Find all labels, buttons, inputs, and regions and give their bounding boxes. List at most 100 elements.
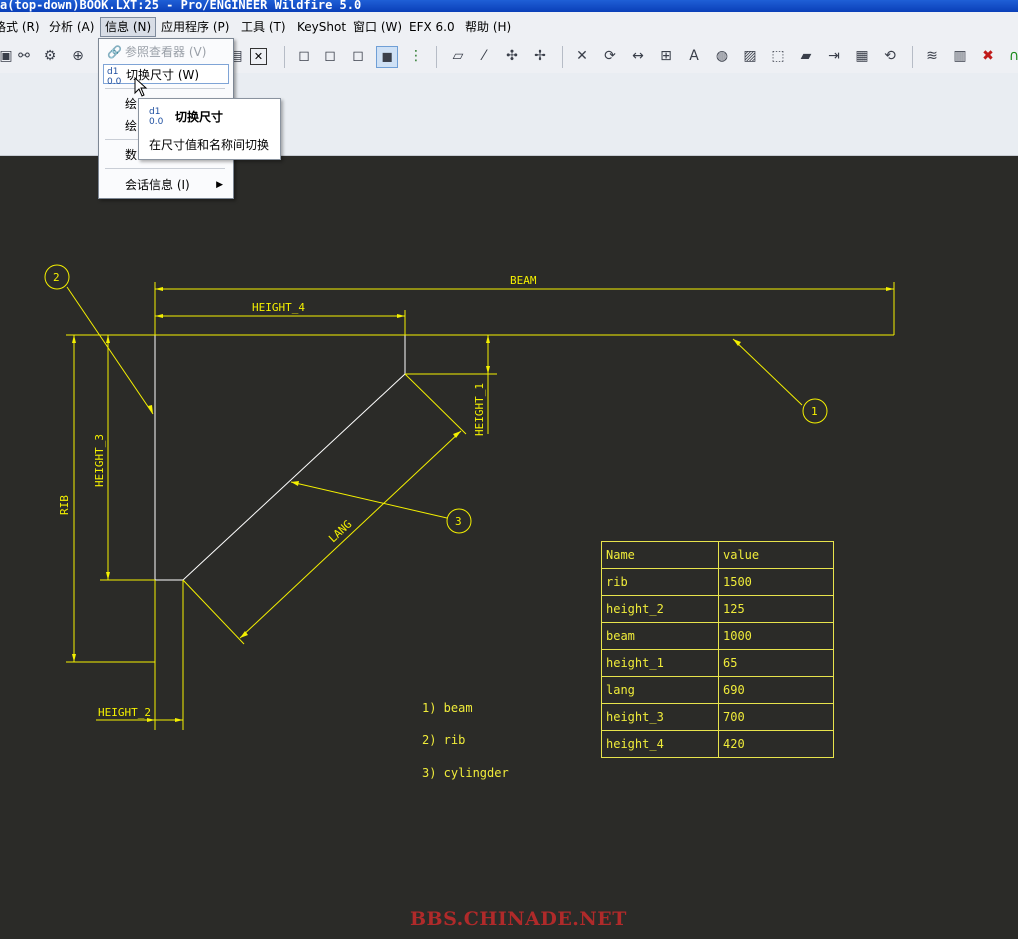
menu-item-session-info[interactable]: 会话信息 (I) ▶ (103, 175, 229, 195)
shaded-view-icon[interactable]: ◼ (376, 46, 398, 68)
coordinate-system-icon[interactable]: ✢ (530, 46, 550, 66)
close-window-icon[interactable]: ✕ (250, 48, 267, 65)
menu-tools[interactable]: 工具 (T) (237, 18, 290, 36)
arrowhead (72, 335, 76, 343)
balloon-2-number: 2 (53, 271, 60, 284)
regenerate-icon[interactable]: ⟳ (600, 46, 620, 66)
table-cell: 690 (718, 676, 834, 704)
magnet-off-icon[interactable]: ✖ (978, 46, 998, 66)
no-hidden-view-icon[interactable]: ◻ (348, 46, 368, 66)
balloon-2[interactable]: 2 (44, 264, 70, 290)
reference-viewer-icon: 🔗 (107, 45, 122, 59)
menu-applications[interactable]: 应用程序 (P) (157, 18, 233, 36)
drawing-canvas[interactable]: BEAM HEIGHT_4 HEIGHT_1 HEIGHT_3 RIB LANG… (0, 156, 1018, 939)
balloon-3[interactable]: 3 (446, 508, 472, 534)
table-row: rib 1500 (601, 568, 834, 596)
dim-height4-label[interactable]: HEIGHT_4 (252, 301, 305, 314)
toolbar-separator (436, 46, 437, 68)
menu-analysis[interactable]: 分析 (A) (45, 18, 98, 36)
balloon-1[interactable]: 1 (802, 398, 828, 424)
symbol-icon[interactable]: ⬚ (768, 46, 788, 66)
watermark: BBS.CHINADE.NET (410, 908, 627, 930)
move-icon[interactable]: ⇥ (824, 46, 844, 66)
arrowhead (886, 287, 894, 291)
note-icon[interactable]: A (684, 46, 704, 66)
table-header-value: value (718, 541, 834, 569)
submenu-arrow-icon: ▶ (216, 180, 223, 190)
toolbar-separator (912, 46, 913, 68)
datum-point-icon[interactable]: ✣ (502, 46, 522, 66)
balloon-1-number: 1 (811, 405, 818, 418)
menu-separator (105, 168, 225, 169)
table-row: height_1 65 (601, 649, 834, 677)
wireframe-view-icon[interactable]: ◻ (294, 46, 314, 66)
parameter-table[interactable]: Name value rib 1500 height_2 125 beam 1000 … (601, 541, 834, 758)
menu-window[interactable]: 窗口 (W) (349, 18, 406, 36)
lang-dim-line (239, 430, 462, 639)
arrowhead (72, 654, 76, 662)
menu-efx[interactable]: EFX 6.0 (405, 18, 459, 36)
table-row: height_4 420 (601, 730, 834, 758)
arrowhead (486, 366, 490, 374)
repeat-region-icon[interactable]: ⟲ (880, 46, 900, 66)
menu-format[interactable]: 格式 (R) (0, 18, 44, 36)
note-beam[interactable]: 1) beam (422, 701, 473, 715)
view-manager-icon[interactable]: ▥ (950, 46, 970, 66)
zoom-in-icon[interactable]: ⊕ (68, 46, 88, 66)
hatch-icon[interactable]: ▨ (740, 46, 760, 66)
menu-item-reference-viewer[interactable]: 🔗 参照查看器 (V) (103, 42, 229, 62)
menu-item-label: 会话信息 (I) (125, 178, 190, 192)
table-row: height_2 125 (601, 595, 834, 623)
magnet-icon[interactable]: ∩ (1004, 46, 1018, 66)
menu-item-label: 参照查看器 (V) (125, 45, 207, 59)
balloon2-leader (66, 286, 154, 415)
dim-beam-label[interactable]: BEAM (510, 274, 537, 287)
arrowhead (486, 335, 490, 343)
menu-keyshot[interactable]: KeyShot (293, 18, 350, 36)
menu-separator (105, 88, 225, 89)
dimension-icon[interactable]: ↔ (628, 46, 648, 66)
dim-rib-label[interactable]: RIB (58, 495, 71, 515)
table-icon[interactable]: ▦ (852, 46, 872, 66)
ordinate-dimension-icon[interactable]: ⊞ (656, 46, 676, 66)
dim-lang-label[interactable]: LANG (326, 518, 354, 546)
table-cell: 420 (718, 730, 834, 758)
dim-height2-label[interactable]: HEIGHT_2 (98, 706, 151, 719)
menu-help[interactable]: 帮助 (H) (461, 18, 515, 36)
tooltip-description: 在尺寸值和名称间切换 (149, 138, 270, 152)
tooltip-title: 切换尺寸 (175, 110, 224, 124)
surface-finish-icon[interactable]: ◍ (712, 46, 732, 66)
menu-item-label: 数 (125, 148, 138, 162)
dim-height3-label[interactable]: HEIGHT_3 (93, 434, 106, 487)
dim-height1-label[interactable]: HEIGHT_1 (473, 383, 486, 436)
table-cell: 125 (718, 595, 834, 623)
menu-item-switch-dimensions[interactable]: d1 0.0 切换尺寸 (W) (103, 64, 229, 87)
connect-nodes-icon[interactable]: ⚯ (14, 46, 34, 66)
table-cell: height_4 (601, 730, 719, 758)
menu-item-label: 绘 (125, 119, 138, 133)
lang-ext-bottom (182, 579, 245, 645)
arrowhead (106, 572, 110, 580)
balloon3-leader (290, 481, 448, 519)
note-rib[interactable]: 2) rib (422, 733, 465, 747)
note-cylinder[interactable]: 3) cylingder (422, 766, 509, 780)
arrowhead (155, 287, 163, 291)
table-cell: beam (601, 622, 719, 650)
table-cell: 700 (718, 703, 834, 731)
hidden-line-view-icon[interactable]: ◻ (320, 46, 340, 66)
table-cell: height_1 (601, 649, 719, 677)
delete-icon[interactable]: ✕ (572, 46, 592, 66)
datum-plane-icon[interactable]: ▱ (448, 46, 468, 66)
table-header-name: Name (601, 541, 719, 569)
datum-axis-icon[interactable]: ⁄ (474, 46, 494, 66)
toolbar-separator (284, 46, 285, 68)
layer-icon[interactable]: ≋ (922, 46, 942, 66)
table-cell: 65 (718, 649, 834, 677)
menu-info[interactable]: 信息 (N) (100, 17, 157, 37)
lang-ext-top (404, 373, 467, 435)
folder-icon[interactable]: ▰ (796, 46, 816, 66)
tooltip-switch-dimensions: d1 0.0 切换尺寸 在尺寸值和名称间切换 (138, 98, 281, 160)
model-tree-icon[interactable]: ⋮ (406, 46, 426, 66)
arrowhead (397, 314, 405, 318)
gear-search-icon[interactable]: ⚙ (40, 46, 60, 66)
